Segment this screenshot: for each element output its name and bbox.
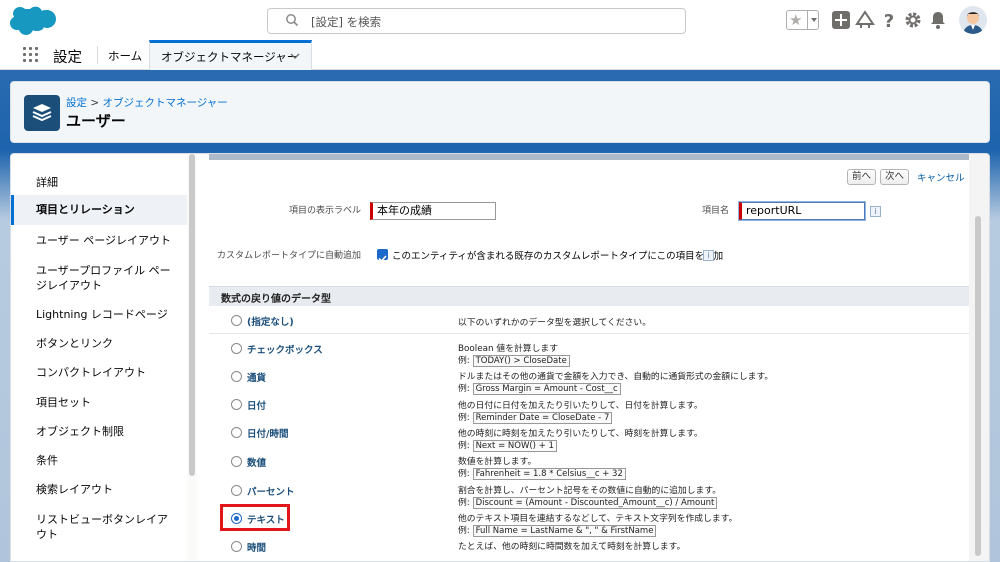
bell-icon[interactable] (928, 10, 948, 30)
chevron-down-icon (811, 18, 817, 22)
radio-currency[interactable] (231, 371, 242, 382)
radio-time[interactable] (231, 541, 242, 552)
sidebar-scroll-thumb[interactable] (189, 154, 195, 476)
app-launcher-icon[interactable] (23, 47, 39, 63)
formula-field-editor: 前へ 次へ キャンセル 項目の表示ラベル 本年の成績 項目名 reportURL… (209, 154, 971, 561)
next-button[interactable]: 次へ (880, 169, 909, 185)
cancel-link[interactable]: キャンセル (917, 170, 965, 184)
type-label-date[interactable]: 日付 (247, 398, 266, 412)
breadcrumb: 設定 > オブジェクトマネージャー (66, 95, 228, 110)
prev-button[interactable]: 前へ (847, 169, 876, 185)
sidebar-item-search-layouts[interactable]: 検索レイアウト (11, 482, 187, 497)
field-name-label: 項目名 (701, 206, 729, 216)
sidebar-item-page-layouts[interactable]: ユーザー ページレイアウト (11, 233, 187, 248)
radio-percent[interactable] (231, 485, 242, 496)
type-label-time[interactable]: 時間 (247, 540, 266, 554)
type-example-checkbox: 例: TODAY() > CloseDate (458, 353, 570, 367)
sidebar-item-conditions[interactable]: 条件 (11, 453, 187, 468)
svg-text:?: ? (884, 11, 894, 30)
type-example-text: 例: Full Name = LastName & ", " & FirstNa… (458, 523, 657, 537)
chevron-down-icon[interactable] (290, 51, 300, 61)
radio-date[interactable] (231, 399, 242, 410)
page-header: 設定 > オブジェクトマネージャー ユーザー (10, 81, 990, 143)
avatar[interactable] (959, 6, 987, 34)
editor-top-border (209, 154, 971, 160)
breadcrumb-separator: > (90, 97, 100, 109)
object-layers-icon (24, 95, 60, 131)
global-search[interactable]: [設定] を検索 (267, 8, 686, 34)
info-icon[interactable]: i (870, 206, 881, 217)
trailhead-icon[interactable] (855, 10, 875, 30)
selected-type-highlight (220, 504, 290, 531)
sidebar-item-buttons-links[interactable]: ボタンとリンク (11, 336, 187, 351)
global-header: [設定] を検索 ★ ? (0, 0, 1000, 40)
sidebar-item-lightning-pages[interactable]: Lightning レコードページ (11, 307, 187, 322)
sidebar-item-field-sets[interactable]: 項目セット (11, 395, 187, 410)
favorites-button[interactable]: ★ (786, 10, 819, 30)
type-example-percent: 例: Discount = (Amount - Discounted_Amoun… (458, 495, 718, 509)
object-sidebar: 詳細 項目とリレーション ユーザー ページレイアウト ユーザープロファイル ペー… (11, 154, 187, 561)
radio-checkbox[interactable] (231, 343, 242, 354)
type-label-datetime[interactable]: 日付/時間 (247, 426, 288, 440)
star-icon[interactable]: ★ (789, 11, 802, 29)
content-panel: 詳細 項目とリレーション ユーザー ページレイアウト ユーザープロファイル ペー… (10, 153, 990, 562)
auto-add-checkbox[interactable] (377, 249, 388, 263)
sidebar-item-compact-layouts[interactable]: コンパクトレイアウト (11, 365, 187, 380)
add-icon[interactable] (831, 10, 851, 30)
sidebar-item-profile-layouts[interactable]: ユーザープロファイル ページレイアウト (11, 263, 181, 293)
row-divider (209, 333, 971, 334)
radio-number[interactable] (231, 456, 242, 467)
sidebar-item-list-view-buttons[interactable]: リストビューボタンレイアウト (11, 512, 171, 542)
type-label-percent[interactable]: パーセント (247, 484, 295, 498)
page-title: ユーザー (66, 112, 126, 130)
field-label-input[interactable]: 本年の成績 (370, 202, 496, 220)
breadcrumb-setup[interactable]: 設定 (66, 97, 87, 109)
user-avatar-icon (959, 6, 987, 34)
type-label-checkbox[interactable]: チェックボックス (247, 342, 323, 356)
sidebar-scrollbar[interactable] (187, 154, 197, 561)
type-label-number[interactable]: 数値 (247, 455, 266, 469)
breadcrumb-object-manager[interactable]: オブジェクトマネージャー (103, 97, 228, 109)
field-name-input[interactable]: reportURL (739, 202, 865, 220)
checkmark-icon (378, 255, 387, 263)
editor-scrollbar[interactable] (969, 154, 989, 561)
tab-object-manager-label: オブジェクトマネージャー (161, 50, 299, 64)
return-type-section-header: 数式の戻り値のデータ型 (209, 286, 971, 306)
app-navbar: 設定 ホーム オブジェクトマネージャー (0, 40, 1000, 70)
search-icon (286, 14, 299, 27)
auto-add-label: カスタムレポートタイプに自動追加 (216, 251, 361, 261)
editor-scroll-thumb[interactable] (975, 216, 981, 556)
type-label-none[interactable]: (指定なし) (247, 314, 294, 328)
nav-divider (97, 46, 98, 64)
search-placeholder: [設定] を検索 (311, 15, 382, 29)
field-label-label: 項目の表示ラベル (288, 206, 361, 216)
favorites-dropdown[interactable] (807, 11, 819, 29)
radio-datetime[interactable] (231, 427, 242, 438)
sidebar-item-object-limits[interactable]: オブジェクト制限 (11, 424, 187, 439)
help-icon[interactable]: ? (879, 10, 899, 30)
type-example-datetime: 例: Next = NOW() + 1 (458, 438, 557, 452)
tab-object-manager[interactable]: オブジェクトマネージャー (149, 40, 312, 70)
info-icon[interactable]: i (703, 250, 714, 261)
type-example-date: 例: Reminder Date = CloseDate - 7 (458, 410, 613, 424)
type-example-number: 例: Fahrenheit = 1.8 * Celsius__c + 32 (458, 466, 626, 480)
radio-none[interactable] (231, 315, 242, 326)
section-title: 数式の戻り値のデータ型 (221, 294, 331, 305)
auto-add-text: このエンティティが含まれる既存のカスタムレポートタイプにこの項目を追加 (392, 251, 724, 262)
gear-icon[interactable] (903, 10, 923, 30)
sidebar-item-details[interactable]: 詳細 (11, 175, 187, 190)
type-desc-time: たとえば、他の時刻に時間数を加えて時刻を計算します。 (458, 542, 686, 552)
tab-home[interactable]: ホーム (108, 48, 142, 64)
salesforce-logo[interactable] (10, 4, 58, 36)
app-name: 設定 (53, 50, 82, 66)
type-desc-none: 以下のいずれかのデータ型を選択してください。 (458, 318, 652, 328)
type-example-currency: 例: Gross Margin = Amount - Cost__c (458, 381, 621, 395)
sidebar-item-fields-relationships[interactable]: 項目とリレーション (11, 195, 187, 225)
type-label-currency[interactable]: 通貨 (247, 370, 266, 384)
